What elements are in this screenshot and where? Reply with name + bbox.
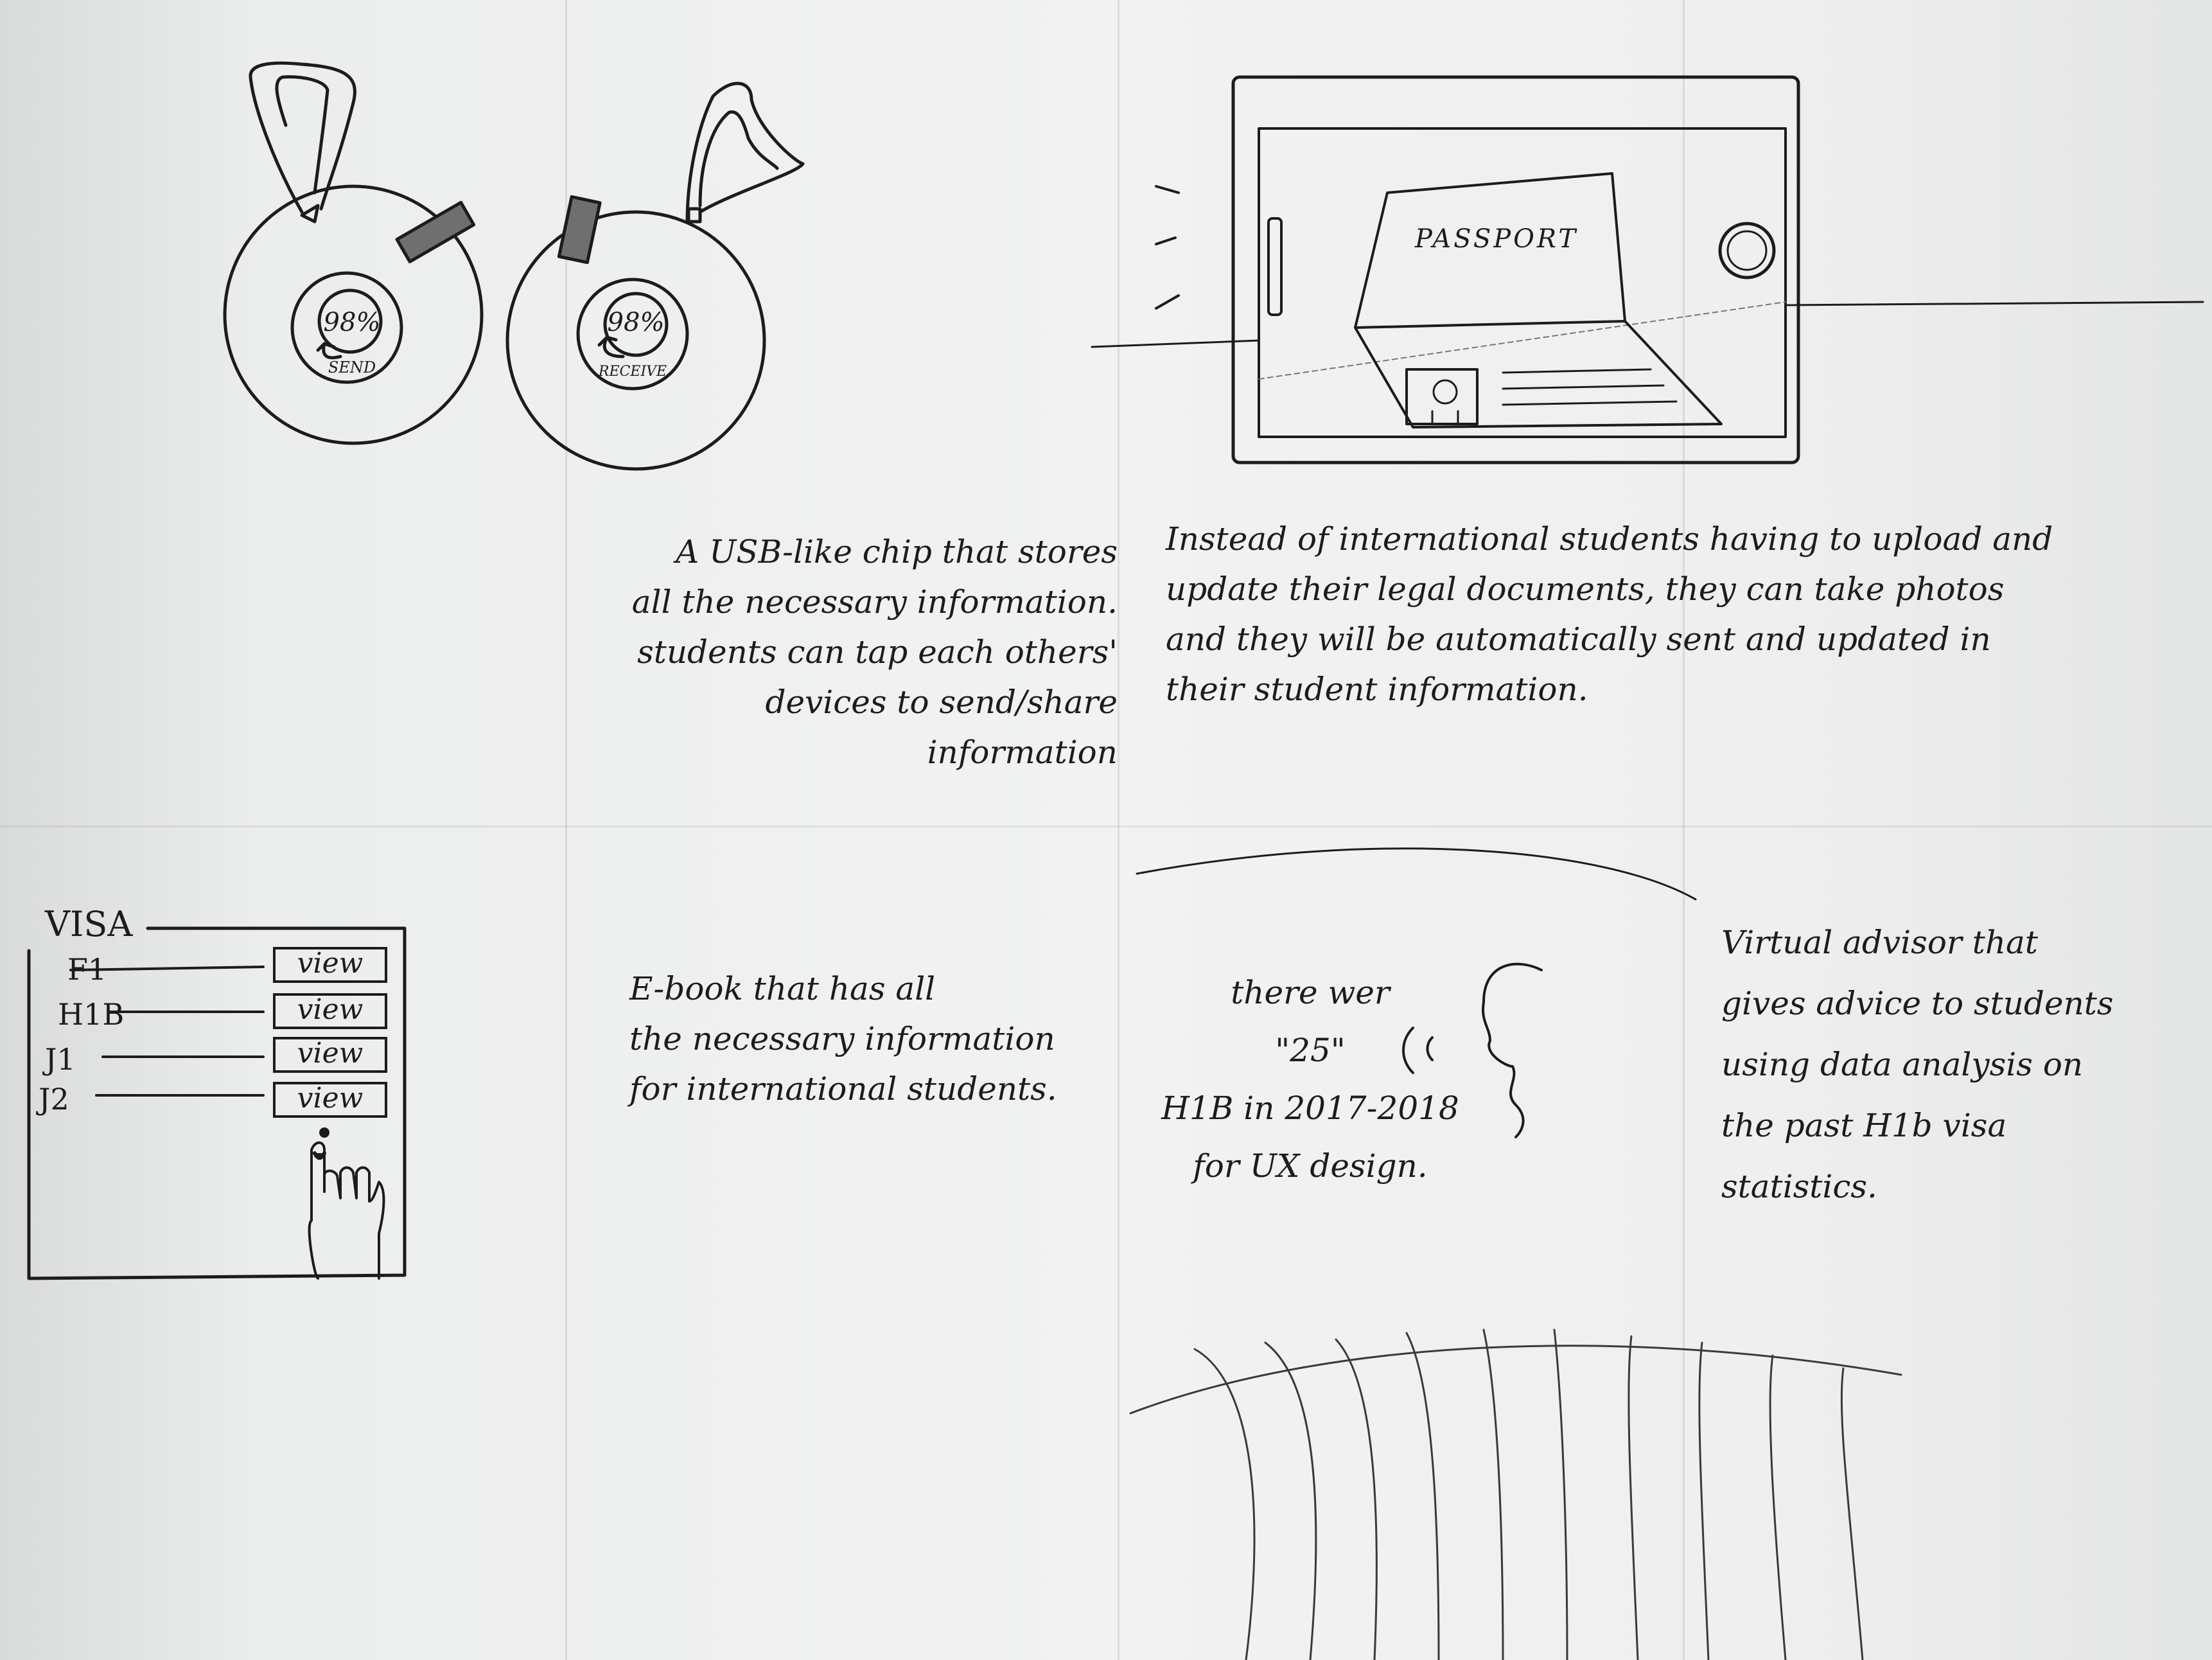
device-body bbox=[505, 210, 766, 471]
visa-type-label: H1B bbox=[58, 997, 125, 1032]
view-button[interactable]: view bbox=[273, 947, 387, 983]
usb-receive-device: 98% RECEIVE bbox=[505, 82, 805, 471]
tablet-upload-note: Instead of international students having… bbox=[1166, 520, 2053, 708]
lanyard-loop-icon bbox=[249, 61, 356, 214]
usb-chip-note: A USB-like chip that stores all the nece… bbox=[631, 533, 1118, 771]
flash-lines bbox=[1155, 185, 1180, 310]
send-percent: 98% bbox=[324, 308, 381, 337]
side-button bbox=[1267, 217, 1283, 316]
pointing-hand-icon bbox=[308, 1141, 385, 1280]
passport-document bbox=[1354, 172, 1723, 428]
receive-percent: 98% bbox=[608, 308, 665, 337]
sketch-drawings: 98% SEND 98% RECEIVE PASSPORT bbox=[27, 61, 2204, 1660]
advisor-head-icon bbox=[1482, 962, 1543, 1138]
screen-arc bbox=[1136, 847, 1697, 901]
globe-grid bbox=[1129, 1329, 1902, 1660]
tablet-screen bbox=[1258, 127, 1787, 438]
visa-heading: VISA bbox=[45, 904, 133, 944]
visa-type-label: F1 bbox=[67, 952, 107, 987]
virtual-advisor-note: Virtual advisor that gives advice to stu… bbox=[1721, 924, 2114, 1205]
view-button[interactable]: view bbox=[273, 1082, 387, 1118]
receive-label: RECEIVE bbox=[598, 364, 667, 380]
chip-slot bbox=[557, 195, 602, 265]
visa-type-label: J2 bbox=[39, 1082, 69, 1117]
passport-label: PASSPORT bbox=[1414, 224, 1578, 254]
view-button[interactable]: view bbox=[273, 993, 387, 1029]
send-label: SEND bbox=[328, 358, 376, 376]
advisor-speech-text: there wer "25" H1B in 2017-2018 for UX d… bbox=[1161, 974, 1459, 1185]
usb-send-device: 98% SEND bbox=[223, 61, 484, 445]
tap-indicator bbox=[319, 1127, 329, 1138]
ebook-note: E-book that has all the necessary inform… bbox=[629, 970, 1057, 1108]
view-button[interactable]: view bbox=[273, 1037, 387, 1073]
chip-slot bbox=[395, 200, 476, 263]
tablet-scanner: PASSPORT bbox=[1091, 75, 2204, 464]
lanyard-loop-icon bbox=[685, 82, 805, 224]
